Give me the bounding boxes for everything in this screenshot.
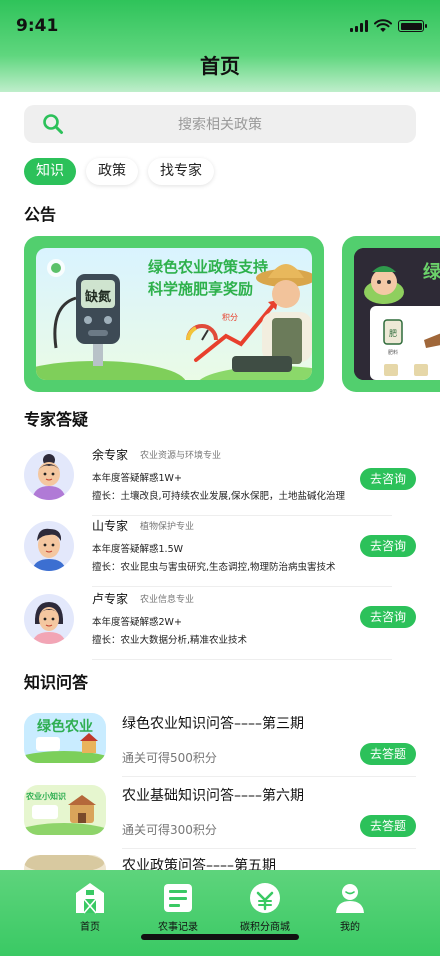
- signal-icon: [350, 20, 368, 32]
- expert-avatar: [24, 450, 74, 500]
- header: 9:41 首页: [0, 0, 440, 92]
- chart-label: 积分: [222, 312, 238, 322]
- banner-headline-line1: 绿色农业政策支持: [148, 258, 268, 276]
- quizzes-title: 知识问答: [24, 673, 89, 692]
- tab-farm-records[interactable]: 农事记录: [133, 882, 223, 933]
- expert-row[interactable]: 余专家 农业资源与环境专业 本年度答疑解惑1W+ 擅长：土壤改良,可持续农业发展…: [24, 446, 416, 518]
- banner-illustration: 缺氮 绿色农业政策支持 科学施肥享奖励 积分: [36, 248, 312, 380]
- banner-artwork: 缺氮 绿色农业政策支持 科学施肥享奖励 积分: [36, 248, 312, 380]
- banner-2-artwork: 绿 肥 肥料: [354, 248, 440, 380]
- answer-button[interactable]: 去答题: [360, 815, 416, 837]
- expert-specialty: 擅长：农业大数据分析,精准农业技术: [92, 635, 248, 646]
- profile-icon: [336, 884, 364, 913]
- tab-home[interactable]: 首页: [45, 882, 135, 933]
- quiz-thumb-text: 农业小知识: [25, 791, 66, 801]
- expert-avatar: [24, 521, 74, 571]
- home-indicator: [141, 934, 299, 940]
- consult-button[interactable]: 去咨询: [360, 535, 416, 557]
- expert-specialty: 擅长：土壤改良,可持续农业发展,保水保肥，土地盐碱化治理: [92, 491, 346, 502]
- sack-caption: 肥料: [388, 349, 398, 356]
- device-label: 缺氮: [84, 289, 111, 305]
- divider: [92, 586, 392, 587]
- experts-title: 专家答疑: [24, 410, 89, 429]
- barn-icon: [76, 883, 104, 914]
- divider: [92, 515, 392, 516]
- tab-carbon-mall[interactable]: 碳积分商城: [220, 882, 310, 933]
- quiz-title: 农业基础知识问答––––第六期: [122, 788, 304, 804]
- wifi-icon: [374, 19, 392, 32]
- status-time: 9:41: [16, 16, 59, 36]
- expert-specialty: 擅长：农业昆虫与害虫研究,生态调控,物理防治病虫害技术: [92, 562, 336, 573]
- announcement-banner[interactable]: 缺氮 绿色农业政策支持 科学施肥享奖励 积分: [24, 236, 324, 392]
- quiz-title: 绿色农业知识问答––––第三期: [122, 716, 304, 732]
- expert-stat: 本年度答疑解惑1.5W: [92, 544, 184, 555]
- divider: [92, 659, 392, 660]
- quiz-reward: 通关可得500积分: [122, 751, 217, 765]
- expert-name: 山专家: [92, 519, 129, 533]
- expert-row[interactable]: 山专家 植物保护专业 本年度答疑解惑1.5W 擅长：农业昆虫与害虫研究,生态调控…: [24, 517, 416, 589]
- record-icon: [164, 884, 192, 912]
- expert-stat: 本年度答疑解惑1W+: [92, 473, 182, 484]
- search-icon: [43, 114, 63, 134]
- expert-name: 余专家: [92, 448, 129, 462]
- tab-label: 农事记录: [158, 922, 198, 933]
- divider: [122, 776, 416, 777]
- expert-field: 农业信息专业: [140, 595, 195, 605]
- quiz-row[interactable]: 绿色农业 绿色农业知识问答––––第三期 通关可得500积分 去答题: [24, 713, 416, 777]
- quiz-thumb-text: 绿色农业: [37, 718, 93, 735]
- battery-icon: [398, 20, 427, 32]
- expert-stat: 本年度答疑解惑2W+: [92, 617, 182, 628]
- status-bar: 9:41: [16, 14, 427, 38]
- tab-label: 碳积分商城: [240, 922, 290, 933]
- quiz-thumbnail: 农业小知识: [24, 785, 106, 835]
- tab-label: 首页: [80, 922, 100, 933]
- tab-label: 我的: [340, 922, 360, 933]
- search-placeholder[interactable]: 搜索相关政策: [24, 114, 416, 134]
- tab-knowledge[interactable]: 知识: [24, 158, 76, 185]
- category-tabs: 知识 政策 找专家: [24, 158, 214, 185]
- expert-field: 农业资源与环境专业: [140, 451, 222, 461]
- quiz-reward: 通关可得300积分: [122, 823, 217, 837]
- search-bar[interactable]: 搜索相关政策: [24, 105, 416, 143]
- status-icons: [350, 19, 427, 33]
- expert-row[interactable]: 卢专家 农业信息专业 本年度答疑解惑2W+ 擅长：农业大数据分析,精准农业技术 …: [24, 590, 416, 662]
- tab-find-expert[interactable]: 找专家: [148, 158, 214, 185]
- banner-2-illustration: 绿 肥 肥料: [354, 248, 440, 380]
- consult-button[interactable]: 去咨询: [360, 468, 416, 490]
- announcements-title: 公告: [24, 205, 57, 224]
- consult-button[interactable]: 去咨询: [360, 606, 416, 628]
- quiz-row[interactable]: 农业小知识 农业基础知识问答––––第六期 通关可得300积分 去答题: [24, 785, 416, 849]
- tab-policy[interactable]: 政策: [86, 158, 138, 185]
- carbon-mall-icon: [250, 883, 280, 913]
- quiz-thumbnail: 绿色农业: [24, 713, 106, 763]
- bottom-tab-bar: 首页 农事记录 碳积分商城 我的: [0, 870, 440, 956]
- banner-2-headline: 绿: [423, 261, 440, 283]
- tab-profile[interactable]: 我的: [305, 882, 395, 933]
- answer-button[interactable]: 去答题: [360, 743, 416, 765]
- divider: [122, 848, 416, 849]
- announcement-banner-2[interactable]: 绿 肥 肥料: [342, 236, 440, 392]
- banner-headline-line2: 科学施肥享奖励: [148, 280, 253, 298]
- sack-label: 肥: [389, 329, 397, 338]
- expert-avatar: [24, 594, 74, 644]
- page-title: 首页: [200, 54, 240, 78]
- expert-field: 植物保护专业: [140, 522, 195, 532]
- expert-name: 卢专家: [92, 592, 129, 606]
